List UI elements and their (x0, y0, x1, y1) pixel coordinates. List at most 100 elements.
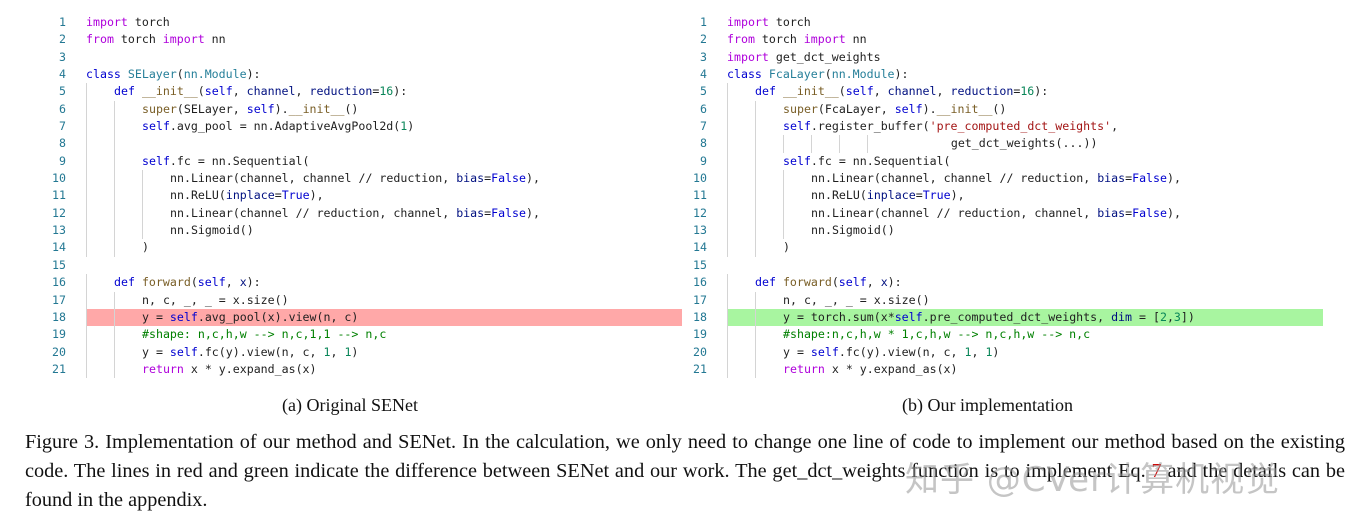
code-token: ): (393, 84, 408, 99)
code-token: .register_buffer( (810, 119, 930, 134)
code-token: inplace (866, 188, 916, 203)
code-text: nn.Linear(channel, channel // reduction,… (86, 170, 540, 187)
code-line: 7 self.avg_pool = nn.AdaptiveAvgPool2d(1) (40, 118, 685, 135)
indent-guide (114, 101, 142, 118)
code-token: ), (526, 205, 540, 220)
code-line: 1 import torch (681, 14, 1326, 31)
code-token: nn.Module (183, 67, 247, 82)
indent-guide (727, 239, 755, 256)
line-number: 17 (52, 292, 66, 307)
code-token: nn.Linear(channel, channel // reduction, (170, 171, 457, 186)
indent-guide (727, 170, 755, 187)
code-token: torch (113, 32, 163, 47)
code-token: 2 (1159, 309, 1167, 324)
code-token: import (803, 32, 846, 47)
code-token: #shape:n,c,h,w * 1,c,h,w --> n,c,h,w -->… (783, 327, 1091, 342)
code-text: import torch (727, 14, 811, 31)
code-line: 17 n, c, _, _ = x.size() (681, 292, 1326, 309)
code-token: return (783, 361, 825, 376)
code-token: self (204, 84, 233, 99)
code-text: n, c, _, _ = x.size() (727, 292, 930, 309)
code-token: ) (142, 240, 149, 255)
line-number: 18 (693, 309, 707, 324)
indent-guide (727, 187, 755, 204)
indent-guide (727, 361, 755, 378)
indent-guide (783, 222, 811, 239)
indent-guide (727, 101, 755, 118)
code-token: ), (309, 188, 324, 203)
code-text: return x * y.expand_as(x) (86, 361, 317, 378)
code-token: ): (894, 67, 909, 82)
code-token: channel (887, 84, 937, 99)
line-number: 15 (52, 257, 66, 272)
figure-caption: Figure 3. Implementation of our method a… (25, 428, 1345, 515)
indent-guide (86, 309, 114, 326)
code-token: 3 (1173, 309, 1181, 324)
code-token: ), (1167, 171, 1181, 186)
code-text: def __init__(self, channel, reduction=16… (727, 83, 1048, 100)
line-number: 18 (52, 309, 66, 324)
code-text: from torch import nn (727, 31, 867, 48)
indent-guide (727, 222, 755, 239)
code-token: x * y.expand_as(x) (824, 361, 958, 376)
code-line: 15 (681, 257, 1326, 274)
code-token: dim (1111, 309, 1133, 324)
equation-reference-link[interactable]: 7 (1152, 460, 1162, 482)
line-number: 21 (693, 361, 707, 376)
code-text: self.fc = nn.Sequential( (727, 153, 951, 170)
code-line: 5 def __init__(self, channel, reduction=1… (681, 83, 1326, 100)
code-token: reduction (950, 84, 1014, 99)
indent-guide (727, 309, 755, 326)
indent-guide (755, 205, 783, 222)
indent-guide (142, 170, 170, 187)
code-token: self (169, 309, 198, 324)
line-number: 12 (52, 205, 66, 220)
code-token: nn.Sigmoid() (170, 223, 254, 238)
code-token: reduction (309, 84, 373, 99)
code-token: import (727, 49, 769, 64)
indent-guide (114, 326, 142, 343)
code-token: , (866, 275, 881, 290)
code-line: 13 nn.Sigmoid() (40, 222, 685, 239)
code-line: 2 from torch import nn (681, 31, 1326, 48)
indent-guide (86, 83, 114, 100)
code-text: from torch import nn (86, 31, 226, 48)
code-token: .pre_computed_dct_weights, (922, 309, 1112, 324)
line-number: 3 (700, 49, 707, 64)
code-token: self (894, 101, 923, 116)
code-token: False (491, 205, 526, 220)
code-line: 8 get_dct_weights(...)) (681, 135, 1326, 152)
code-token: x (239, 275, 247, 290)
subcaption-b: (b) Our implementation (902, 395, 1073, 415)
code-token: return (142, 361, 184, 376)
code-text: ) (727, 239, 790, 256)
indent-guide (86, 326, 114, 343)
code-token: ) (351, 344, 359, 359)
line-number: 11 (52, 188, 66, 203)
indent-guide (755, 135, 783, 152)
code-token: self (246, 101, 275, 116)
code-panel-our-implementation: 1 import torch 2 from torch import nn 3 impor… (681, 14, 1326, 378)
line-number: 1 (700, 15, 707, 29)
code-token: True (922, 188, 951, 203)
indent-guide (114, 344, 142, 361)
line-number: 14 (52, 240, 66, 255)
code-line: 5 def __init__(self, channel, reduction=1… (40, 83, 685, 100)
code-token: bias (456, 171, 485, 186)
code-line: 2 from torch import nn (40, 31, 685, 48)
line-number: 14 (693, 240, 707, 255)
indent-guide (114, 239, 142, 256)
code-line: 16 def forward(self, x): (40, 274, 685, 291)
line-number: 3 (59, 49, 66, 64)
code-text: nn.Sigmoid() (727, 222, 895, 239)
code-line: 16 def forward(self, x): (681, 274, 1326, 291)
code-text: n, c, _, _ = x.size() (86, 292, 289, 309)
indent-guide (114, 205, 142, 222)
code-line: 10 nn.Linear(channel, channel // reductio… (681, 170, 1326, 187)
indent-guide (86, 170, 114, 187)
code-token: import (86, 15, 128, 29)
code-token: super (783, 101, 818, 116)
